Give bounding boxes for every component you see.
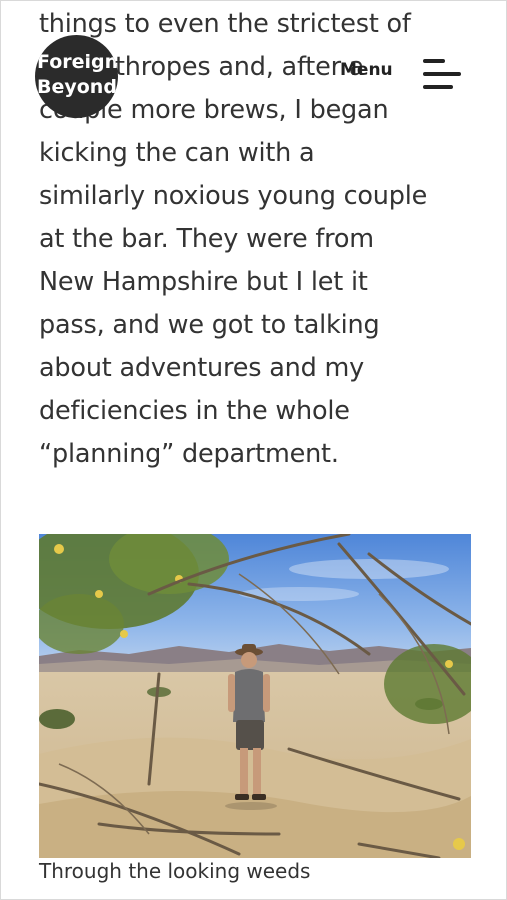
photo-caption: Through the looking weeds: [39, 859, 311, 883]
article-line: pass, and we got to talking: [39, 310, 380, 340]
site-logo[interactable]: Foreign Beyond: [35, 35, 118, 118]
menu-label[interactable]: Menu: [340, 60, 393, 80]
article-line: kicking the can with a: [39, 138, 315, 168]
article-line: “planning” department.: [39, 439, 339, 469]
article-line: New Hampshire but I let it: [39, 267, 368, 297]
hamburger-bar: [423, 72, 461, 76]
logo-line-2: Beyond: [37, 76, 117, 98]
article-line: similarly noxious young couple: [39, 181, 428, 211]
hamburger-menu-icon[interactable]: [421, 56, 463, 94]
page-frame: things to even the strictest of misanthr…: [0, 0, 507, 900]
article-line: deficiencies in the whole: [39, 396, 350, 426]
hamburger-bar: [423, 59, 445, 63]
article-photo: [39, 534, 471, 858]
article-line: at the bar. They were from: [39, 224, 374, 254]
hamburger-bar: [423, 85, 453, 89]
article-line: things to even the strictest of: [39, 9, 411, 39]
article-line: about adventures and my: [39, 353, 365, 383]
logo-line-1: Foreign: [37, 51, 118, 73]
